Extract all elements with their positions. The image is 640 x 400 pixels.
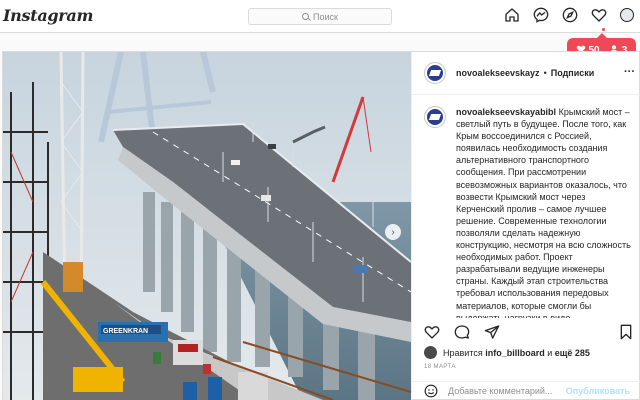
more-options-icon[interactable]: ··· (624, 66, 635, 78)
comment-form: Добавьте комментарий... Опубликовать (412, 381, 640, 400)
bridge-photo-illustration: GREENKRAN (3, 52, 411, 400)
search-input[interactable]: Поиск (248, 8, 392, 25)
messenger-icon[interactable] (533, 7, 549, 23)
post-sidebar: novoalekseevskayz • Подписки ··· novoale… (411, 52, 640, 400)
like-icon[interactable] (424, 324, 440, 340)
caption-text-block: novoalekseevskayabibl Крымский мост – св… (456, 106, 634, 318)
comment-input[interactable]: Добавьте комментарий... (448, 386, 552, 396)
profile-avatar[interactable] (620, 8, 634, 22)
post-date[interactable]: 18 МАРТА (424, 364, 456, 370)
notification-dot (602, 28, 605, 31)
nav-icons (504, 7, 634, 23)
likes-prefix: Нравится (443, 347, 483, 358)
greenkran-sign: GREENKRAN (103, 328, 148, 335)
likes-summary: Нравится info_billboard и ещё 285 (424, 346, 590, 359)
post-card: GREENKRAN › novoalekseevskayz • Подписки… (2, 51, 640, 400)
next-photo-button[interactable]: › (385, 224, 401, 240)
likes-others-link[interactable]: ещё 285 (555, 348, 590, 358)
publish-button[interactable]: Опубликовать (566, 386, 630, 396)
author-avatar[interactable] (424, 62, 446, 84)
comment-icon[interactable] (454, 324, 470, 340)
share-icon[interactable] (484, 324, 500, 340)
post-header: novoalekseevskayz • Подписки ··· (412, 52, 640, 95)
follow-button[interactable]: Подписки (551, 68, 595, 78)
explore-icon[interactable] (562, 7, 578, 23)
liked-by-username[interactable]: info_billboard (485, 348, 545, 358)
emoji-icon[interactable] (424, 384, 438, 398)
author-username[interactable]: novoalekseevskayz (456, 68, 540, 78)
likes-connector: и (547, 347, 553, 358)
search-placeholder: Поиск (313, 11, 338, 22)
post-caption: novoalekseevskayabibl Крымский мост – св… (424, 106, 636, 318)
top-navigation-bar: Instagram Поиск (0, 0, 640, 33)
home-icon[interactable] (504, 7, 520, 23)
search-icon (302, 13, 310, 20)
caption-text: Крымский мост – светлый путь в будущее. … (456, 107, 631, 318)
caption-username[interactable]: novoalekseevskayabibl (456, 107, 556, 117)
post-photo[interactable]: GREENKRAN › (3, 52, 411, 400)
separator-dot: • (543, 68, 547, 78)
instagram-logo[interactable]: Instagram (3, 6, 93, 25)
liker-avatar[interactable] (424, 346, 437, 359)
bookmark-icon[interactable] (618, 324, 634, 340)
heart-icon[interactable] (591, 7, 607, 23)
post-actions (424, 322, 634, 342)
caption-avatar[interactable] (424, 106, 446, 128)
